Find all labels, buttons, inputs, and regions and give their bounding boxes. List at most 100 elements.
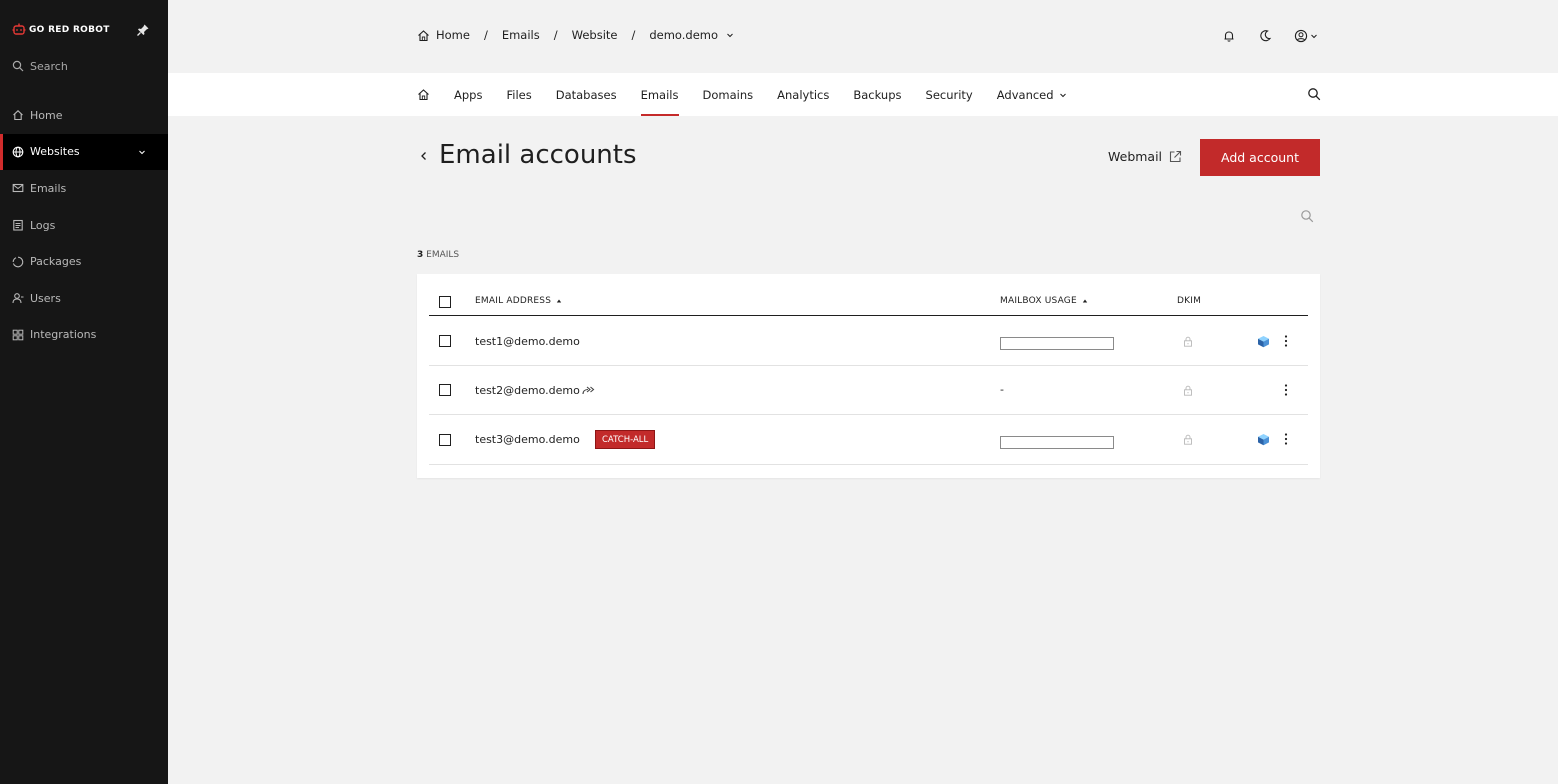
page-title: Email accounts bbox=[439, 140, 637, 170]
users-icon bbox=[12, 293, 24, 304]
row-checkbox[interactable] bbox=[439, 335, 451, 347]
tab-label: Analytics bbox=[777, 87, 830, 102]
sidebar-item-home[interactable]: Home bbox=[0, 97, 168, 134]
email-count-number: 3 bbox=[417, 250, 424, 260]
bell-icon[interactable] bbox=[1222, 29, 1236, 43]
sidebar-nav: Home Websites Emails Logs Packages Users… bbox=[0, 97, 168, 353]
column-label: DKIM bbox=[1177, 296, 1202, 306]
table-row[interactable]: test3@demo.demo CATCH-ALL bbox=[429, 415, 1308, 465]
lock-icon bbox=[1184, 434, 1192, 445]
cube-icon[interactable] bbox=[1257, 335, 1270, 348]
tab-label: Databases bbox=[555, 87, 617, 102]
pin-icon[interactable] bbox=[136, 23, 150, 37]
add-account-button[interactable]: Add account bbox=[1200, 139, 1320, 176]
breadcrumb-emails[interactable]: Emails bbox=[502, 28, 540, 42]
top-bar: Home / Emails / Website / demo.demo bbox=[168, 0, 1558, 72]
email-count-label: EMAILS bbox=[426, 250, 460, 260]
tab-advanced[interactable]: Advanced bbox=[997, 73, 1067, 116]
sidebar-item-users[interactable]: Users bbox=[0, 280, 168, 317]
sidebar-item-label: Emails bbox=[30, 181, 67, 195]
home-icon bbox=[418, 89, 429, 101]
column-mailbox-usage[interactable]: MAILBOX USAGE bbox=[1000, 296, 1088, 306]
search-icon[interactable] bbox=[1300, 209, 1314, 223]
cube-icon[interactable] bbox=[1257, 433, 1270, 446]
more-options-icon[interactable] bbox=[1281, 383, 1291, 397]
select-all-checkbox[interactable] bbox=[439, 296, 451, 308]
tab-nav: Apps Files Databases Emails Domains Anal… bbox=[168, 73, 1558, 116]
sidebar-item-label: Users bbox=[30, 291, 61, 305]
column-label: MAILBOX USAGE bbox=[1000, 296, 1077, 306]
sidebar-item-label: Home bbox=[30, 108, 63, 122]
email-accounts-table: EMAIL ADDRESS MAILBOX USAGE DKIM test1@d… bbox=[417, 274, 1320, 478]
tab-list: Apps Files Databases Emails Domains Anal… bbox=[417, 73, 1091, 116]
row-checkbox[interactable] bbox=[439, 384, 451, 396]
sidebar-item-label: Websites bbox=[30, 145, 80, 159]
chevron-left-icon[interactable] bbox=[419, 150, 429, 162]
chevron-down-icon bbox=[1059, 93, 1066, 97]
moon-icon[interactable] bbox=[1258, 29, 1272, 43]
table-row[interactable]: test1@demo.demo bbox=[429, 317, 1308, 366]
sidebar: GO RED ROBOT Search Home Websites Emails… bbox=[0, 0, 168, 784]
sidebar-item-integrations[interactable]: Integrations bbox=[0, 317, 168, 354]
tab-analytics[interactable]: Analytics bbox=[777, 73, 829, 116]
tab-label: Files bbox=[506, 87, 532, 102]
tab-security[interactable]: Security bbox=[926, 73, 973, 116]
tab-label: Backups bbox=[853, 87, 902, 102]
sidebar-item-packages[interactable]: Packages bbox=[0, 243, 168, 280]
page-header: Email accounts Webmail Add account bbox=[417, 138, 1320, 178]
mailbox-usage-bar bbox=[1000, 436, 1114, 449]
column-label: EMAIL ADDRESS bbox=[475, 296, 552, 306]
brand-logo[interactable]: GO RED ROBOT bbox=[12, 22, 152, 38]
search-icon bbox=[12, 60, 24, 72]
sidebar-item-websites[interactable]: Websites bbox=[0, 133, 168, 171]
sidebar-search[interactable]: Search bbox=[12, 58, 68, 74]
sidebar-item-label: Packages bbox=[30, 255, 82, 269]
top-actions bbox=[1200, 29, 1318, 43]
tab-domains[interactable]: Domains bbox=[703, 73, 754, 116]
breadcrumb-domain[interactable]: demo.demo bbox=[649, 28, 718, 42]
tab-files[interactable]: Files bbox=[506, 73, 531, 116]
chevron-down-icon bbox=[139, 150, 145, 154]
tab-backups[interactable]: Backups bbox=[853, 73, 901, 116]
tab-label: Security bbox=[925, 87, 973, 102]
email-address[interactable]: test3@demo.demo bbox=[475, 433, 580, 446]
column-email-address[interactable]: EMAIL ADDRESS bbox=[475, 296, 562, 306]
tab-emails[interactable]: Emails bbox=[640, 73, 679, 116]
more-options-icon[interactable] bbox=[1281, 334, 1291, 348]
row-checkbox[interactable] bbox=[439, 434, 451, 446]
more-options-icon[interactable] bbox=[1281, 432, 1291, 446]
sidebar-item-logs[interactable]: Logs bbox=[0, 207, 168, 244]
chevron-down-icon[interactable] bbox=[726, 31, 734, 39]
email-count: 3 EMAILS bbox=[417, 250, 459, 260]
sidebar-search-label: Search bbox=[30, 59, 68, 73]
integrations-icon bbox=[12, 329, 24, 341]
breadcrumb-separator: / bbox=[553, 28, 558, 42]
sort-asc-icon bbox=[556, 299, 562, 303]
webmail-link[interactable]: Webmail bbox=[1108, 149, 1182, 164]
email-address[interactable]: test1@demo.demo bbox=[475, 335, 580, 348]
user-circle-icon[interactable] bbox=[1294, 29, 1308, 43]
home-icon bbox=[418, 29, 429, 41]
sort-asc-icon bbox=[1082, 299, 1088, 303]
tab-databases[interactable]: Databases bbox=[556, 73, 617, 116]
mailbox-usage-empty: - bbox=[1000, 383, 1004, 396]
mail-icon bbox=[12, 184, 24, 193]
tab-apps[interactable]: Apps bbox=[454, 73, 482, 116]
breadcrumb-website[interactable]: Website bbox=[572, 28, 618, 42]
email-address[interactable]: test2@demo.demo bbox=[475, 384, 580, 397]
tab-label: Emails bbox=[640, 87, 679, 102]
sidebar-item-emails[interactable]: Emails bbox=[0, 170, 168, 207]
search-icon[interactable] bbox=[1307, 87, 1321, 101]
brand-name: GO RED ROBOT bbox=[29, 25, 110, 35]
globe-icon bbox=[12, 146, 24, 158]
column-dkim: DKIM bbox=[1177, 296, 1201, 306]
external-link-icon bbox=[1169, 150, 1182, 163]
logs-icon bbox=[13, 220, 23, 231]
forward-icon bbox=[582, 386, 595, 395]
breadcrumb-home[interactable]: Home bbox=[436, 28, 470, 42]
chevron-down-icon[interactable] bbox=[1310, 32, 1318, 40]
table-row[interactable]: test2@demo.demo - bbox=[429, 366, 1308, 415]
sidebar-item-label: Logs bbox=[30, 218, 56, 232]
breadcrumb-separator: / bbox=[631, 28, 636, 42]
tab-home[interactable] bbox=[417, 73, 430, 116]
